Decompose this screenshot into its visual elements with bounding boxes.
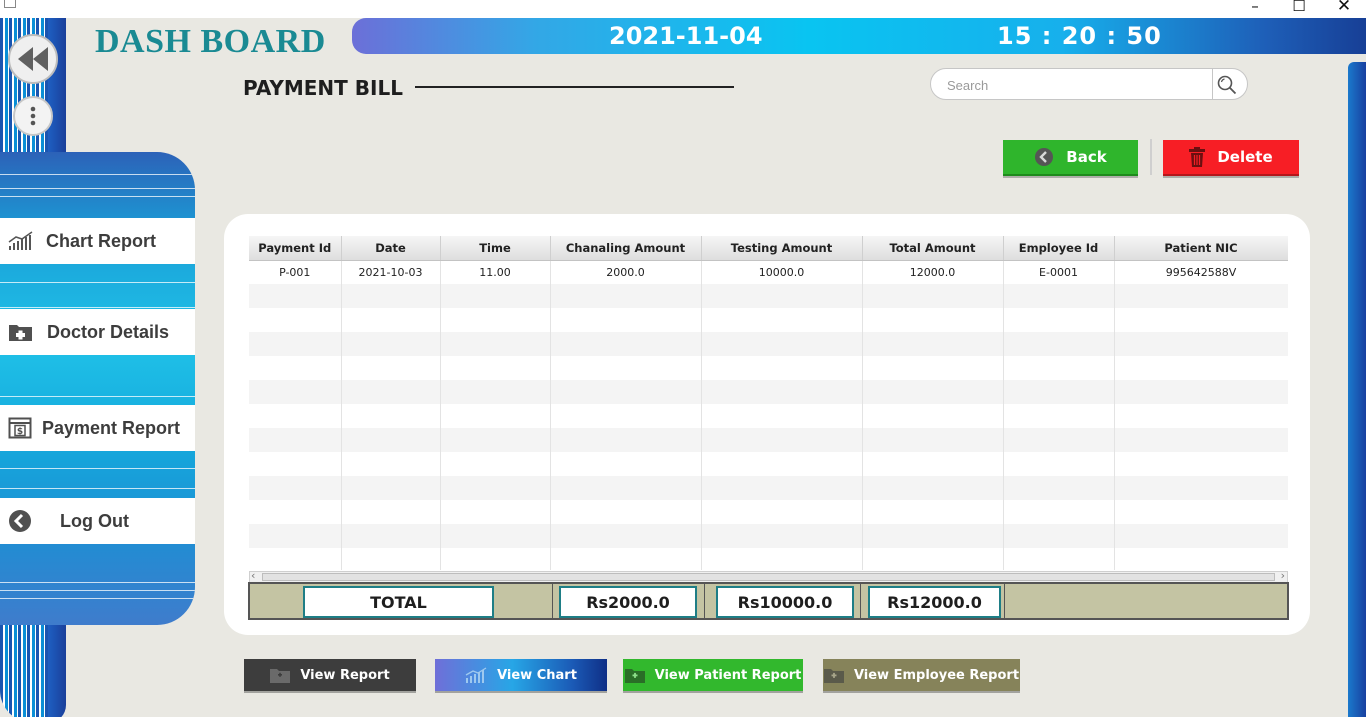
rewind-icon xyxy=(18,47,48,71)
svg-text:$: $ xyxy=(17,427,23,437)
search-box xyxy=(930,68,1248,100)
column-header[interactable]: Time xyxy=(440,236,551,261)
header-bar xyxy=(352,18,1366,54)
table-cell: P-001 xyxy=(249,260,342,284)
sidebar-item-label: Log Out xyxy=(60,510,129,531)
empty-table-row xyxy=(249,452,1288,476)
sidebar-item-log-out[interactable]: Log Out xyxy=(0,498,195,544)
folder-icon xyxy=(270,667,291,683)
delete-button[interactable]: Delete xyxy=(1163,140,1299,176)
column-header[interactable]: Employee Id xyxy=(1003,236,1115,261)
table-header-row: Payment Id Date Time Chanaling Amount Te… xyxy=(249,236,1288,261)
table-cell: 995642588V xyxy=(1114,260,1288,284)
view-employee-report-label: View Employee Report xyxy=(853,667,1020,683)
scroll-left-icon[interactable]: ‹ xyxy=(251,569,255,582)
title-underline xyxy=(415,86,734,88)
more-options-button[interactable] xyxy=(13,96,53,136)
column-header[interactable]: Date xyxy=(341,236,441,261)
sidebar-item-label: Chart Report xyxy=(46,230,157,251)
sidebar-item-label: Doctor Details xyxy=(47,321,170,342)
testing-total: Rs10000.0 xyxy=(716,586,854,618)
view-report-label: View Report xyxy=(300,667,390,683)
trash-icon xyxy=(1189,147,1206,167)
close-button[interactable]: ✕ xyxy=(1333,0,1355,15)
column-header[interactable]: Patient NIC xyxy=(1114,236,1288,261)
view-report-button[interactable]: View Report xyxy=(244,659,416,691)
column-header[interactable]: Total Amount xyxy=(862,236,1004,261)
sidebar-item-chart-report[interactable]: Chart Report xyxy=(0,218,195,264)
payment-table[interactable]: Payment Id Date Time Chanaling Amount Te… xyxy=(249,236,1288,570)
chart-icon xyxy=(465,667,487,683)
empty-table-row xyxy=(249,500,1288,524)
empty-table-row xyxy=(249,356,1288,380)
table-cell: 11.00 xyxy=(440,260,551,284)
app-title: DASH BOARD xyxy=(95,23,326,60)
medical-folder-icon xyxy=(624,667,645,683)
chart-icon xyxy=(8,231,34,251)
view-patient-report-label: View Patient Report xyxy=(654,667,802,683)
button-divider xyxy=(1150,139,1152,175)
header-time: 15 : 20 : 50 xyxy=(997,22,1162,50)
right-edge-decoration xyxy=(1348,62,1366,717)
total-label: TOTAL xyxy=(303,586,494,618)
scrollbar-thumb[interactable] xyxy=(262,573,1275,581)
sidebar: Chart Report Doctor Details $ Payment Re… xyxy=(0,18,205,717)
medical-folder-icon xyxy=(8,322,33,342)
empty-table-row xyxy=(249,476,1288,500)
vertical-dots-icon xyxy=(30,106,36,126)
table-cell: 2021-10-03 xyxy=(341,260,441,284)
view-chart-label: View Chart xyxy=(497,667,577,683)
sidebar-menu-panel: Chart Report Doctor Details $ Payment Re… xyxy=(0,152,195,625)
back-arrow-icon xyxy=(1034,147,1054,167)
table-row[interactable]: P-001 2021-10-03 11.00 2000.0 10000.0 12… xyxy=(249,260,1288,284)
empty-table-row xyxy=(249,308,1288,332)
delete-button-label: Delete xyxy=(1217,148,1273,166)
grand-total: Rs12000.0 xyxy=(868,586,1001,618)
empty-table-row xyxy=(249,404,1288,428)
back-circle-icon xyxy=(8,509,32,533)
table-cell: 12000.0 xyxy=(862,260,1004,284)
empty-table-row xyxy=(249,380,1288,404)
page-title: PAYMENT BILL xyxy=(243,76,403,100)
column-header[interactable]: Chanaling Amount xyxy=(550,236,702,261)
header-date: 2021-11-04 xyxy=(609,22,763,50)
empty-table-row xyxy=(249,524,1288,548)
sidebar-item-doctor-details[interactable]: Doctor Details xyxy=(0,309,195,355)
totals-bar: TOTAL Rs2000.0 Rs10000.0 Rs12000.0 xyxy=(248,582,1289,620)
app-icon xyxy=(4,0,16,8)
empty-table-row xyxy=(249,284,1288,308)
window-title-bar: – ☐ ✕ xyxy=(0,0,1366,18)
chanaling-total: Rs2000.0 xyxy=(559,586,697,618)
sidebar-item-label: Payment Report xyxy=(42,417,181,438)
column-header[interactable]: Payment Id xyxy=(249,236,342,261)
table-cell: 10000.0 xyxy=(701,260,863,284)
scroll-right-icon[interactable]: › xyxy=(1281,569,1285,582)
view-chart-button[interactable]: View Chart xyxy=(435,659,607,691)
empty-table-row xyxy=(249,548,1288,570)
empty-table-row xyxy=(249,332,1288,356)
sidebar-item-payment-report[interactable]: $ Payment Report xyxy=(0,405,195,451)
column-header[interactable]: Testing Amount xyxy=(701,236,863,261)
view-employee-report-button[interactable]: View Employee Report xyxy=(823,659,1020,691)
search-input[interactable] xyxy=(947,75,1197,95)
view-patient-report-button[interactable]: View Patient Report xyxy=(623,659,803,691)
maximize-button[interactable]: ☐ xyxy=(1288,0,1310,15)
back-navigation-button[interactable] xyxy=(8,34,58,84)
search-icon[interactable] xyxy=(1216,74,1238,96)
back-button[interactable]: Back xyxy=(1003,140,1138,176)
folder-icon xyxy=(823,667,844,683)
search-divider xyxy=(1212,69,1213,99)
payment-icon: $ xyxy=(8,417,32,439)
table-cell: E-0001 xyxy=(1003,260,1115,284)
minimize-button[interactable]: – xyxy=(1244,0,1266,15)
back-button-label: Back xyxy=(1066,148,1107,166)
table-cell: 2000.0 xyxy=(550,260,702,284)
empty-table-row xyxy=(249,428,1288,452)
